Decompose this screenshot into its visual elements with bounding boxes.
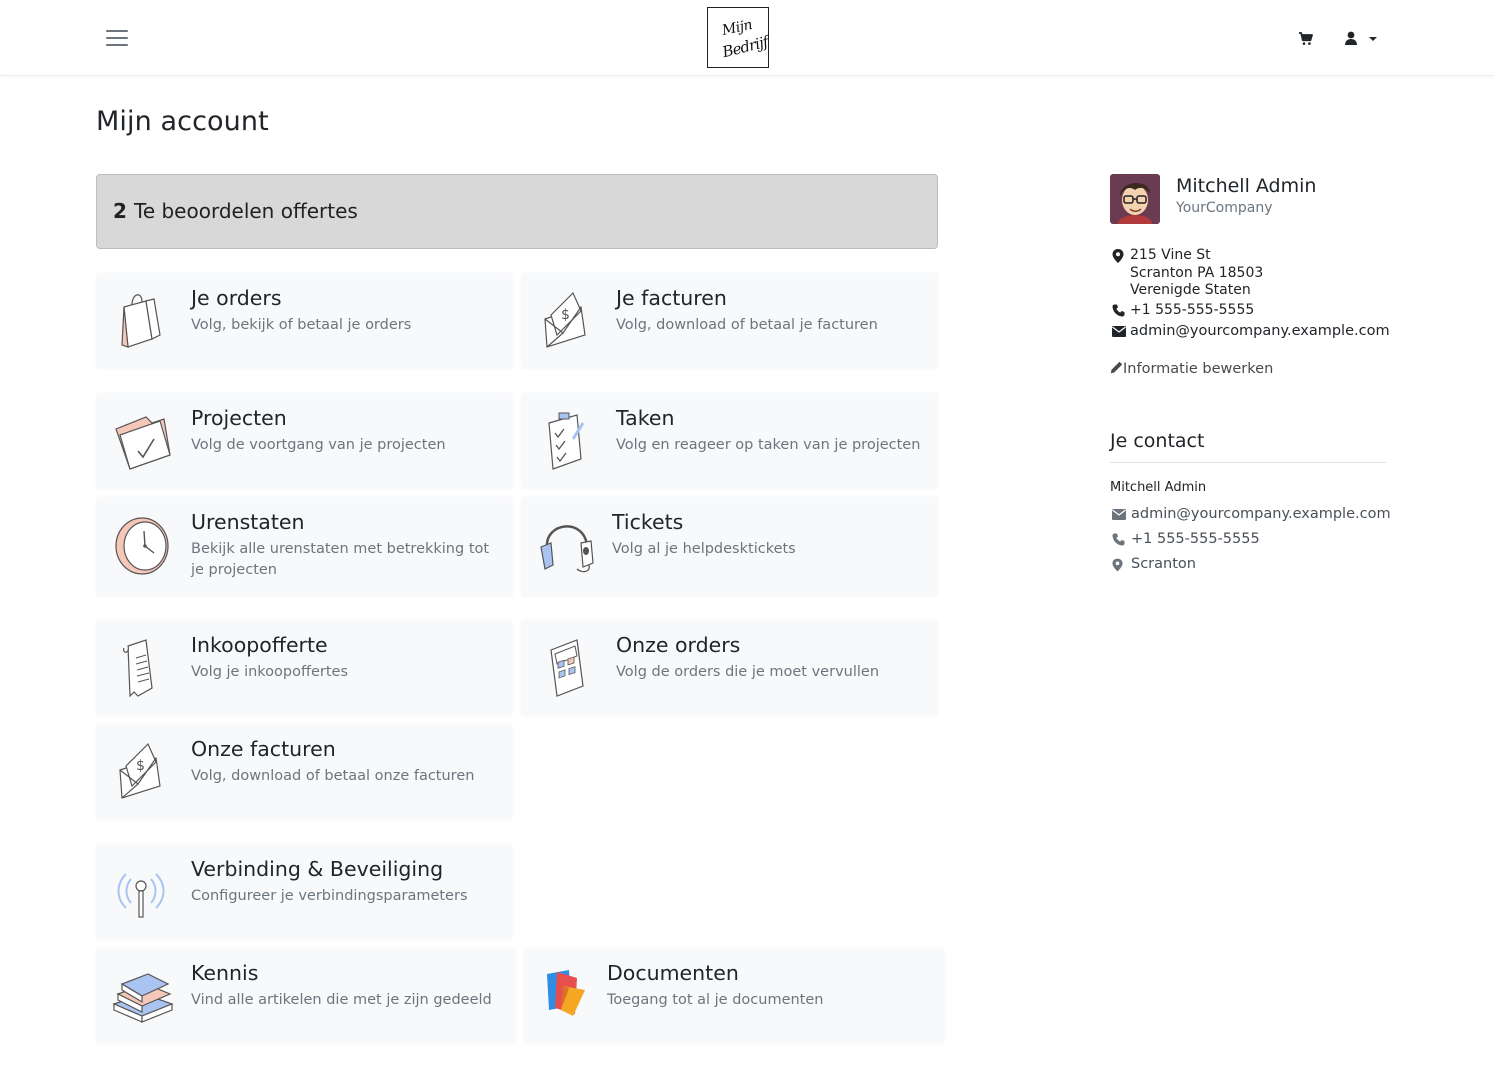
user-dropdown-icon[interactable] — [1344, 30, 1380, 48]
envelope-invoice-icon: $ — [119, 742, 161, 799]
phone-icon — [1112, 533, 1125, 546]
envelope-invoice-icon: $ — [544, 291, 586, 348]
card-description: Bekijk alle urenstaten met betrekking to… — [191, 541, 490, 578]
address-line1: 215 Vine St — [1130, 247, 1211, 263]
card-description: Volg, bekijk of betaal je orders — [191, 317, 412, 333]
hamburger-icon[interactable] — [106, 28, 130, 48]
card-description: Volg en reageer op taken van je projecte… — [616, 437, 921, 453]
card-tasks[interactable]: Taken Volg en reageer op taken van je pr… — [521, 393, 938, 489]
card-title: Onze facturen — [191, 737, 336, 761]
card-connection-security[interactable]: Verbinding & Beveiliging Configureer je … — [96, 844, 513, 940]
contact-city: Scranton — [1131, 556, 1196, 572]
clipboard-checklist-icon — [548, 412, 585, 470]
card-title: Verbinding & Beveiliging — [191, 857, 444, 881]
pencil-icon — [1110, 361, 1123, 374]
card-projects[interactable]: Projecten Volg de voortgang van je proje… — [96, 393, 513, 489]
address-line2: Scranton PA 18503 — [1130, 265, 1264, 281]
phone-icon — [1112, 304, 1125, 317]
card-description: Volg je inkoopoffertes — [191, 664, 349, 680]
contact-email[interactable]: admin@yourcompany.example.com — [1131, 506, 1391, 522]
company-logo[interactable]: Mijn Bedrijf — [707, 7, 770, 68]
profile-email: admin@yourcompany.example.com — [1130, 323, 1390, 339]
card-title: Je orders — [191, 286, 282, 310]
envelope-icon — [1112, 326, 1126, 337]
quotes-count: 2 — [113, 199, 127, 223]
card-documents[interactable]: Documenten Toegang tot al je documenten — [523, 948, 945, 1044]
card-title: Projecten — [191, 406, 287, 430]
quotes-label: Te beoordelen offertes — [134, 199, 358, 223]
calculator-icon — [550, 639, 584, 697]
card-description: Toegang tot al je documenten — [607, 992, 824, 1008]
card-purchase-quotes[interactable]: Inkoopofferte Volg je inkoopoffertes — [96, 620, 513, 716]
card-our-invoices[interactable]: $ Onze facturen Volg, download of betaal… — [96, 724, 513, 820]
card-description: Volg de voortgang van je projecten — [191, 437, 446, 453]
card-description: Volg, download of betaal je facturen — [616, 317, 878, 333]
user-company: YourCompany — [1176, 200, 1273, 216]
card-title: Onze orders — [616, 633, 741, 657]
svg-text:$: $ — [561, 307, 570, 323]
card-title: Inkoopofferte — [191, 633, 328, 657]
headset-icon — [540, 525, 594, 573]
card-title: Kennis — [191, 961, 259, 985]
card-description: Volg al je helpdesktickets — [612, 541, 796, 557]
profile-phone: +1 555-555-5555 — [1130, 302, 1255, 318]
avatar — [1110, 174, 1160, 224]
card-description: Configureer je verbindingsparameters — [191, 888, 468, 904]
clock-icon — [115, 517, 169, 575]
quotes-to-review-banner[interactable]: 2 Te beoordelen offertes — [96, 174, 938, 249]
card-title: Tickets — [612, 510, 684, 534]
card-description: Volg, download of betaal onze facturen — [191, 768, 475, 784]
shopping-cart-icon[interactable] — [1298, 31, 1314, 47]
edit-information-label: Informatie bewerken — [1123, 361, 1274, 377]
card-title: Taken — [616, 406, 675, 430]
card-description: Vind alle artikelen die met je zijn gede… — [191, 992, 492, 1008]
antenna-signal-icon — [117, 873, 165, 918]
map-marker-icon — [1112, 249, 1124, 263]
svg-text:$: $ — [136, 758, 145, 774]
card-timesheets[interactable]: Urenstaten Bekijk alle urenstaten met be… — [96, 497, 513, 597]
receipt-scroll-icon — [123, 639, 153, 698]
card-description: Volg de orders die je moet vervullen — [616, 664, 880, 680]
documents-app-icon — [547, 970, 585, 1016]
top-navbar: Mijn Bedrijf — [0, 0, 1495, 76]
page-title: Mijn account — [96, 106, 269, 137]
book-stack-icon — [112, 973, 174, 1023]
address-line3: Verenigde Staten — [1130, 282, 1251, 298]
map-marker-icon — [1112, 558, 1123, 572]
contact-name: Mitchell Admin — [1110, 480, 1207, 495]
card-knowledge[interactable]: Kennis Vind alle artikelen die met je zi… — [96, 948, 515, 1044]
card-title: Je facturen — [616, 286, 727, 310]
contact-heading: Je contact — [1110, 430, 1205, 452]
contact-phone[interactable]: +1 555-555-5555 — [1131, 531, 1260, 547]
card-title: Urenstaten — [191, 510, 305, 534]
folder-check-icon — [115, 416, 171, 470]
card-title: Documenten — [607, 961, 739, 985]
divider — [1110, 462, 1386, 463]
shopping-bag-icon — [121, 294, 161, 348]
card-invoices[interactable]: $ Je facturen Volg, download of betaal j… — [521, 273, 938, 369]
user-name: Mitchell Admin — [1176, 175, 1317, 197]
card-orders[interactable]: Je orders Volg, bekijk of betaal je orde… — [96, 273, 513, 369]
card-tickets[interactable]: Tickets Volg al je helpdesktickets — [521, 497, 938, 597]
edit-information-link[interactable]: Informatie bewerken — [1110, 361, 1273, 377]
card-our-orders[interactable]: Onze orders Volg de orders die je moet v… — [521, 620, 938, 716]
envelope-icon — [1112, 509, 1126, 520]
